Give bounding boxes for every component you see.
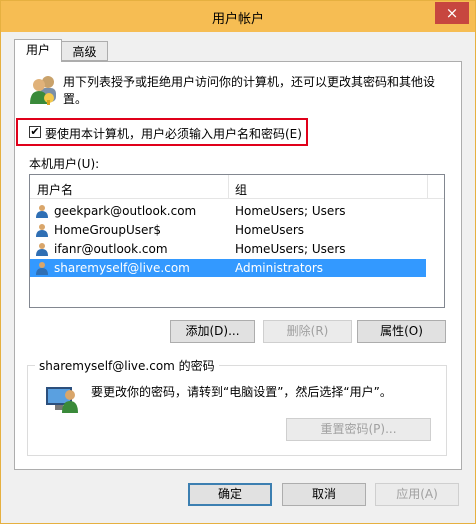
- column-divider[interactable]: [427, 175, 428, 198]
- password-group-title: sharemyself@live.com 的密码: [35, 357, 219, 374]
- user-icon: [36, 224, 48, 237]
- user-group: HomeUsers; Users: [235, 204, 346, 218]
- users-icon: [30, 76, 56, 105]
- password-info-text: 要更改你的密码，请转到“电脑设置”，然后选择“用户”。: [91, 385, 392, 399]
- properties-button[interactable]: 属性(O): [357, 320, 446, 343]
- user-name: sharemyself@live.com: [54, 261, 190, 275]
- column-header-group[interactable]: 组: [235, 181, 247, 198]
- tab-users[interactable]: 用户: [14, 39, 62, 62]
- password-group: [27, 365, 447, 456]
- require-login-checkbox[interactable]: ✔: [29, 126, 41, 138]
- close-button[interactable]: ×: [435, 2, 469, 24]
- user-group: Administrators: [235, 261, 324, 275]
- user-icon: [36, 205, 48, 218]
- remove-user-button[interactable]: 删除(R): [263, 320, 352, 343]
- user-group: HomeUsers: [235, 223, 305, 237]
- close-icon: ×: [445, 4, 459, 22]
- user-computer-icon: [46, 387, 78, 413]
- column-divider[interactable]: [228, 175, 229, 198]
- intro-text: 用下列表授予或拒绝用户访问你的计算机，还可以更改其密码和其他设置。: [63, 75, 436, 106]
- require-login-label[interactable]: 要使用本计算机，用户必须输入用户名和密码(E): [45, 125, 302, 142]
- user-icon: [36, 262, 48, 275]
- user-icon: [36, 243, 48, 256]
- window-title: 用户帐户: [211, 12, 264, 27]
- user-name: geekpark@outlook.com: [54, 204, 197, 218]
- user-name: ifanr@outlook.com: [54, 242, 168, 256]
- user-group: HomeUsers; Users: [235, 242, 346, 256]
- add-user-button[interactable]: 添加(D)...: [170, 320, 255, 343]
- title-bar: 用户帐户 ×: [1, 1, 475, 32]
- reset-password-button[interactable]: 重置密码(P)...: [286, 418, 431, 441]
- checkmark-icon: ✔: [30, 125, 40, 138]
- column-header-username[interactable]: 用户名: [37, 181, 73, 198]
- user-name: HomeGroupUser$: [54, 223, 161, 237]
- ok-button[interactable]: 确定: [188, 483, 272, 506]
- cancel-button[interactable]: 取消: [282, 483, 366, 506]
- apply-button[interactable]: 应用(A): [375, 483, 459, 506]
- local-users-label: 本机用户(U):: [29, 157, 100, 171]
- tab-advanced[interactable]: 高级: [61, 41, 108, 61]
